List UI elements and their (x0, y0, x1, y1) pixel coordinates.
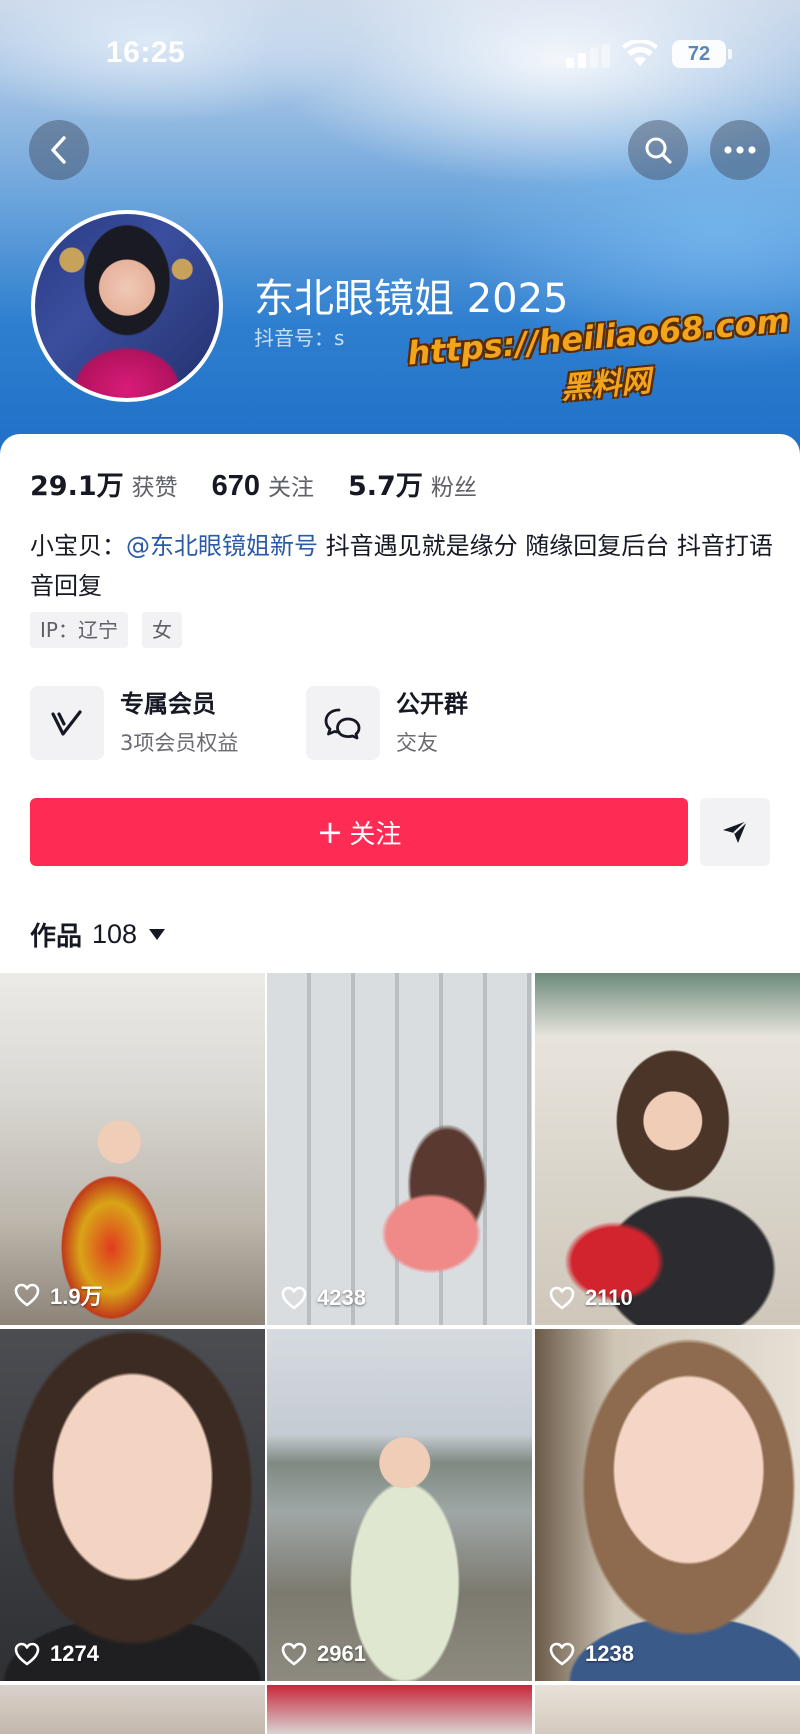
heart-icon (549, 1286, 575, 1310)
follow-button[interactable]: + 关注 (30, 798, 688, 866)
video-thumbnail-partial[interactable] (267, 1685, 532, 1734)
like-count-value: 2961 (317, 1641, 366, 1666)
like-count-value: 4238 (317, 1285, 366, 1310)
stat-followers[interactable]: 5.7万 粉丝 (348, 464, 477, 503)
search-button[interactable] (628, 120, 688, 180)
like-count-value: 2110 (585, 1285, 633, 1310)
back-button[interactable] (29, 120, 89, 180)
video-thumbnail[interactable]: 2110 (535, 973, 800, 1325)
status-time: 16:25 (106, 36, 186, 69)
heart-icon (549, 1642, 575, 1666)
profile-tags: IP：辽宁 女 (30, 612, 196, 648)
stat-followers-label: 粉丝 (430, 475, 477, 501)
battery-icon: 72 (672, 40, 726, 68)
stat-following-label: 关注 (268, 475, 315, 501)
share-button[interactable] (700, 798, 770, 866)
bio: 小宝贝：@东北眼镜姐新号 抖音遇见就是缘分 随缘回复后台 抖音打语音回复 (30, 526, 775, 606)
like-count: 1238 (549, 1641, 634, 1667)
chat-bubbles-icon (306, 686, 380, 760)
douyin-id[interactable]: 抖音号：s (254, 322, 344, 351)
public-group-title: 公开群 (396, 690, 468, 718)
search-icon (645, 137, 672, 164)
video-thumbnail-partial[interactable] (535, 1685, 800, 1734)
video-thumbnail[interactable]: 2961 (267, 1329, 532, 1681)
like-count: 4238 (281, 1285, 366, 1311)
video-thumbnail[interactable]: 4238 (267, 973, 532, 1325)
member-entry[interactable]: 专属会员 3项会员权益 (30, 686, 238, 760)
member-subtitle: 3项会员权益 (120, 731, 239, 755)
bio-prefix: 小宝贝： (30, 532, 126, 560)
stat-likes: 29.1万 获赞 (30, 464, 178, 503)
stat-likes-value: 29.1万 (30, 471, 124, 502)
heart-icon (14, 1283, 40, 1307)
like-count: 1.9万 (14, 1279, 103, 1311)
profile-header: 16:25 72 东北眼镜姐 2025 抖音号：s https://heilia… (0, 0, 800, 460)
stats-row: 29.1万 获赞 670 关注 5.7万 粉丝 (30, 464, 511, 503)
member-v-icon (30, 686, 104, 760)
stat-following-value: 670 (211, 470, 261, 502)
works-count: 108 (92, 919, 138, 949)
send-icon (723, 820, 748, 843)
battery-tip (728, 49, 732, 59)
public-group-subtitle: 交友 (396, 731, 438, 755)
avatar[interactable] (31, 210, 223, 402)
like-count-value: 1.9万 (50, 1284, 103, 1309)
member-title: 专属会员 (120, 690, 216, 718)
caret-down-icon (149, 929, 166, 940)
works-tab[interactable]: 作品 108 (30, 916, 166, 953)
like-count: 1274 (14, 1641, 99, 1667)
heart-icon (281, 1286, 307, 1310)
wifi-icon (622, 38, 658, 68)
stat-likes-label: 获赞 (131, 475, 178, 501)
bio-mention-link[interactable]: @东北眼镜姐新号 (126, 532, 318, 560)
like-count-value: 1238 (585, 1641, 634, 1666)
plus-icon: + (316, 813, 344, 851)
member-text: 专属会员 3项会员权益 (120, 687, 238, 759)
heart-icon (281, 1642, 307, 1666)
video-thumbnail[interactable]: 1.9万 (0, 973, 265, 1325)
tag-ip-location: IP：辽宁 (30, 612, 128, 648)
public-group-entry[interactable]: 公开群 交友 (306, 686, 468, 760)
stat-following[interactable]: 670 关注 (212, 468, 314, 503)
heart-icon (14, 1642, 40, 1666)
tag-gender: 女 (141, 612, 182, 648)
public-group-text: 公开群 交友 (396, 687, 468, 759)
video-thumbnail[interactable]: 1238 (535, 1329, 800, 1681)
cellular-signal-icon (566, 44, 610, 68)
more-button[interactable] (710, 120, 770, 180)
works-label: 作品 (30, 922, 83, 952)
video-thumbnail-partial[interactable] (0, 1685, 265, 1734)
profile-nickname: 东北眼镜姐 2025 (254, 276, 569, 322)
like-count: 2110 (549, 1285, 633, 1311)
like-count: 2961 (281, 1641, 366, 1667)
video-thumbnail[interactable]: 1274 (0, 1329, 265, 1681)
stat-followers-value: 5.7万 (348, 471, 423, 502)
follow-label: 关注 (349, 819, 402, 850)
more-horizontal-icon (724, 146, 756, 154)
like-count-value: 1274 (50, 1641, 99, 1666)
chevron-left-icon (51, 136, 66, 164)
status-bar: 16:25 72 (0, 0, 800, 100)
